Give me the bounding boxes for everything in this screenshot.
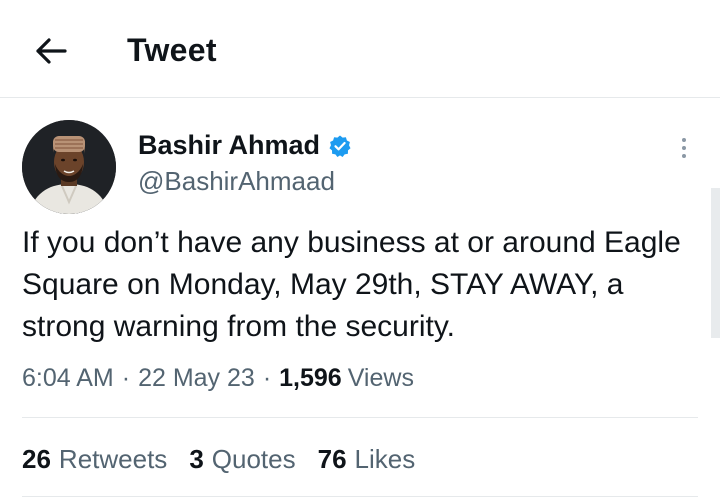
- back-button[interactable]: [30, 30, 72, 72]
- meta-separator: ·: [121, 364, 131, 392]
- more-vertical-icon: [682, 138, 686, 142]
- views-label: Views: [347, 364, 414, 392]
- tweet-text: If you don’t have any business at or aro…: [22, 226, 681, 343]
- author-handle[interactable]: @BashirAhmaad: [138, 166, 335, 197]
- verified-badge-icon: [329, 135, 351, 157]
- retweets-stat[interactable]: 26 Retweets: [22, 444, 167, 475]
- divider: [22, 496, 698, 497]
- likes-count: 76: [317, 444, 347, 474]
- meta-separator: ·: [262, 364, 272, 392]
- quotes-label: Quotes: [211, 444, 296, 474]
- more-options-button[interactable]: [672, 132, 696, 164]
- retweets-label: Retweets: [58, 444, 168, 474]
- profile-photo: [22, 120, 116, 214]
- author-name-row: Bashir Ahmad: [138, 130, 352, 161]
- avatar[interactable]: [22, 120, 116, 214]
- quotes-stat[interactable]: 3 Quotes: [189, 444, 295, 475]
- author-display-name[interactable]: Bashir Ahmad: [138, 130, 320, 161]
- tweet-meta: 6:04 AM · 22 May 23 · 1,596 Views: [22, 364, 414, 393]
- top-app-bar: Tweet: [0, 0, 720, 98]
- quotes-count: 3: [189, 444, 204, 474]
- tweet-time[interactable]: 6:04 AM: [22, 364, 114, 393]
- tweet-date[interactable]: 22 May 23: [138, 364, 255, 393]
- likes-stat[interactable]: 76 Likes: [318, 444, 416, 475]
- retweets-count: 26: [22, 444, 51, 474]
- likes-label: Likes: [354, 444, 416, 474]
- scrollbar[interactable]: [711, 188, 720, 338]
- arrow-left-icon: [36, 38, 67, 64]
- page-title: Tweet: [127, 32, 217, 68]
- engagement-stats: 26 Retweets 3 Quotes 76 Likes: [22, 444, 415, 475]
- views-count: 1,596: [279, 364, 342, 392]
- divider: [22, 417, 698, 418]
